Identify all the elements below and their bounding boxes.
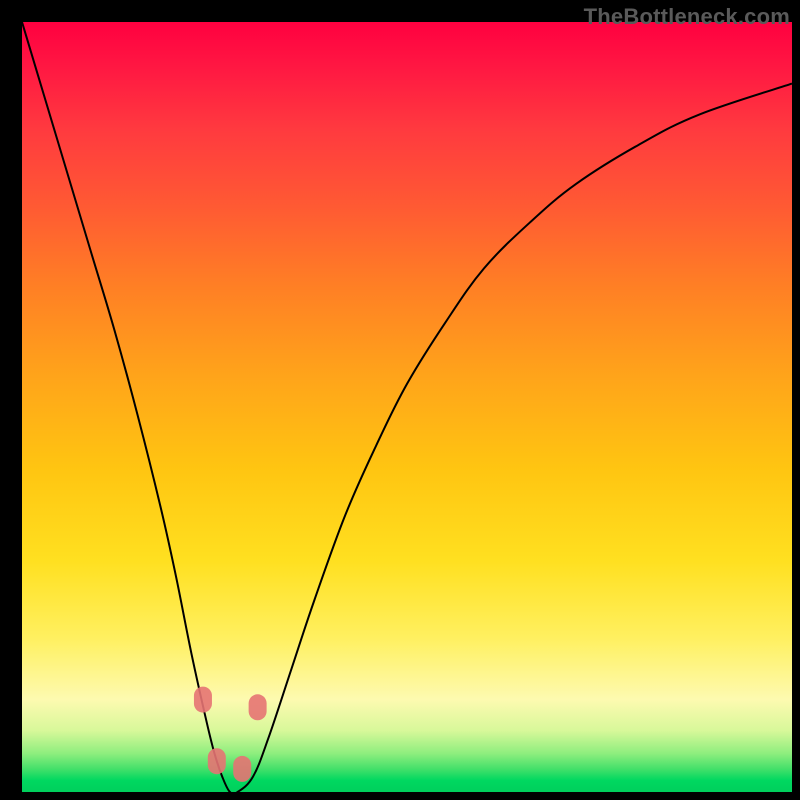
bottleneck-curve bbox=[22, 22, 792, 792]
watermark-text: TheBottleneck.com bbox=[584, 4, 790, 30]
curve-marker bbox=[208, 748, 226, 774]
curve-marker bbox=[249, 694, 267, 720]
chart-frame: TheBottleneck.com bbox=[0, 0, 800, 800]
bottleneck-curve-svg bbox=[22, 22, 792, 792]
plot-area bbox=[22, 22, 792, 792]
curve-marker bbox=[233, 756, 251, 782]
curve-marker bbox=[194, 687, 212, 713]
marker-group bbox=[194, 687, 267, 782]
